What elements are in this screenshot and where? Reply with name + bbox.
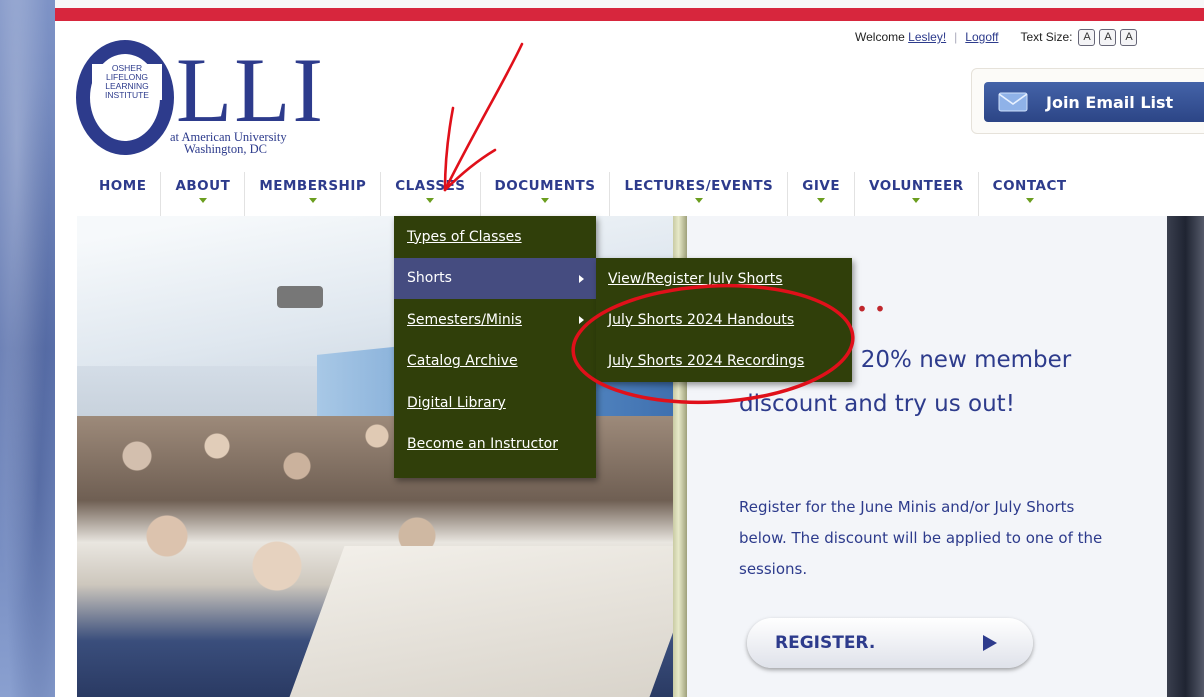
- chevron-down-icon: [912, 198, 921, 203]
- join-email-list-button[interactable]: Join Email List: [984, 82, 1204, 122]
- nav-volunteer[interactable]: VOLUNTEER: [854, 172, 978, 216]
- register-button-label: REGISTER.: [775, 633, 876, 653]
- annotation-arrow: [443, 42, 524, 192]
- chevron-down-icon: [694, 198, 703, 203]
- text-size-medium-button[interactable]: A: [1099, 28, 1117, 46]
- web-page: OSHER LIFELONG LEARNING INSTITUTE LLI at…: [55, 0, 1204, 697]
- logoff-link[interactable]: Logoff: [965, 30, 998, 44]
- nav-contact[interactable]: CONTACT: [977, 172, 1081, 216]
- chevron-down-icon: [308, 198, 317, 203]
- nav-about[interactable]: ABOUT: [160, 172, 244, 216]
- text-size-large-button[interactable]: A: [1120, 28, 1138, 46]
- chevron-down-icon: [540, 198, 549, 203]
- welcome-label: Welcome: [855, 30, 905, 44]
- separator: |: [954, 30, 958, 44]
- submenu-item-recordings[interactable]: July Shorts 2024 Recordings: [596, 340, 852, 381]
- desktop-background: [0, 0, 55, 697]
- chevron-down-icon: [426, 198, 435, 203]
- menu-item-types-of-classes[interactable]: Types of Classes: [394, 216, 596, 258]
- hero-right-edge: [1167, 216, 1204, 697]
- play-arrow-icon: [983, 635, 997, 651]
- menu-item-semesters-minis[interactable]: Semesters/Minis: [394, 299, 596, 341]
- logo-small-text: OSHER LIFELONG LEARNING INSTITUTE: [92, 64, 162, 100]
- chevron-down-icon: [198, 198, 207, 203]
- submenu-item-handouts[interactable]: July Shorts 2024 Handouts: [596, 299, 852, 340]
- username-link[interactable]: Lesley!: [908, 30, 946, 44]
- nav-documents[interactable]: DOCUMENTS: [479, 172, 610, 216]
- projector-image: [277, 286, 323, 308]
- submenu-item-view-register[interactable]: View/Register July Shorts: [596, 258, 852, 299]
- menu-item-shorts-label: Shorts: [407, 270, 452, 287]
- envelope-icon: [998, 92, 1028, 112]
- register-button[interactable]: REGISTER.: [747, 618, 1033, 668]
- classes-dropdown-menu: Types of Classes Shorts Semesters/Minis …: [394, 216, 596, 478]
- nav-give[interactable]: GIVE: [787, 172, 854, 216]
- chevron-down-icon: [1025, 198, 1034, 203]
- email-signup-box: Join Email List: [971, 68, 1204, 134]
- join-email-list-label: Join Email List: [1046, 92, 1174, 112]
- nav-home[interactable]: HOME: [85, 172, 160, 216]
- nav-membership[interactable]: MEMBERSHIP: [244, 172, 380, 216]
- promo-body-text: Register for the June Minis and/or July …: [739, 498, 1103, 578]
- text-size-small-button[interactable]: A: [1078, 28, 1096, 46]
- menu-item-semesters-label: Semesters/Minis: [407, 311, 522, 328]
- nav-classes[interactable]: CLASSES: [380, 172, 480, 216]
- nav-lectures-events[interactable]: LECTURES/EVENTS: [609, 172, 787, 216]
- menu-item-catalog-archive[interactable]: Catalog Archive: [394, 341, 596, 383]
- menu-item-digital-library[interactable]: Digital Library: [394, 382, 596, 424]
- chevron-right-icon: [579, 316, 584, 324]
- chevron-right-icon: [579, 274, 584, 283]
- top-stripe: [55, 0, 1204, 8]
- logo-subtitle-city: Washington, DC: [184, 142, 268, 156]
- text-size-label: Text Size:: [1020, 30, 1073, 44]
- menu-item-become-instructor[interactable]: Become an Instructor: [394, 424, 596, 466]
- logo-letters: LLI: [176, 39, 326, 141]
- menu-item-shorts[interactable]: Shorts: [394, 257, 596, 299]
- chevron-down-icon: [817, 198, 826, 203]
- olli-logo[interactable]: OSHER LIFELONG LEARNING INSTITUTE LLI at…: [76, 40, 323, 156]
- shorts-submenu: View/Register July Shorts July Shorts 20…: [596, 258, 852, 382]
- top-red-bar: [55, 8, 1204, 21]
- main-nav: HOME ABOUT MEMBERSHIP CLASSES DOCUMENTS …: [85, 172, 1081, 216]
- account-bar: Welcome Lesley! | Logoff Text Size: A A …: [855, 28, 1204, 46]
